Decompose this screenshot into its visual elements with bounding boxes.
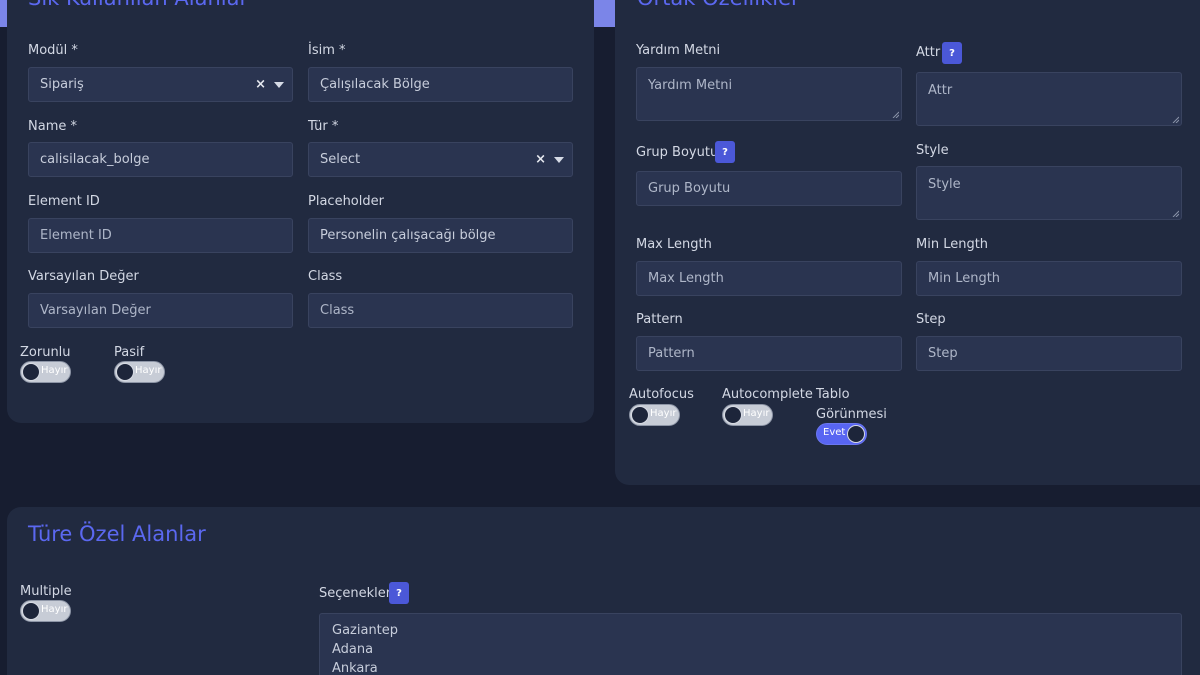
element-id-input[interactable]: Element ID — [28, 218, 293, 253]
tur-value: Select — [320, 152, 361, 167]
help-text-label: Yardım Metni — [636, 43, 721, 58]
autofocus-toggle[interactable]: Hayır — [629, 404, 680, 426]
toggle-state: Hayır — [41, 604, 68, 615]
name-input[interactable]: calisilacak_bolge — [28, 142, 293, 177]
toggle-knob — [724, 406, 742, 424]
element-id-label: Element ID — [28, 194, 100, 209]
options-label: Seçenekler — [319, 586, 392, 601]
type-specific-title: Türe Özel Alanlar — [28, 522, 206, 546]
resize-grip-icon[interactable] — [1172, 210, 1179, 217]
question-icon[interactable]: ? — [715, 141, 735, 163]
class-label: Class — [308, 269, 343, 284]
default-value-label: Varsayılan Değer — [28, 269, 139, 284]
question-icon[interactable]: ? — [942, 42, 962, 64]
step-input[interactable]: Step — [916, 336, 1182, 371]
group-size-input[interactable]: Grup Boyutu — [636, 171, 902, 206]
toggle-knob — [116, 363, 134, 381]
common-fields-panel — [7, 0, 594, 423]
modul-value: Sipariş — [40, 77, 84, 92]
toggle-knob — [22, 363, 40, 381]
modul-select[interactable]: Sipariş × — [28, 67, 293, 102]
option-item: Gaziantep — [332, 623, 399, 638]
resize-grip-icon[interactable] — [892, 111, 899, 118]
panel-accent-bar — [0, 0, 7, 27]
option-item: Adana — [332, 642, 374, 657]
attr-label: Attr — [916, 45, 941, 60]
autofocus-label: Autofocus — [629, 387, 694, 402]
min-length-label: Min Length — [916, 237, 989, 252]
tur-select[interactable]: Select × — [308, 142, 573, 177]
isim-label: İsim * — [308, 43, 346, 58]
default-value-input[interactable]: Varsayılan Değer — [28, 293, 293, 328]
chevron-down-icon[interactable] — [274, 81, 284, 88]
help-text-textarea[interactable]: Yardım Metni — [636, 67, 902, 121]
pattern-input[interactable]: Pattern — [636, 336, 902, 371]
toggle-knob — [847, 425, 865, 443]
table-visible-toggle[interactable]: Evet — [816, 423, 867, 445]
panel-accent-bar — [594, 0, 615, 27]
passive-toggle[interactable]: Hayır — [114, 361, 165, 383]
toggle-state: Hayır — [743, 408, 770, 419]
multiple-label: Multiple — [20, 584, 72, 599]
table-visible-label-line1: Tablo — [816, 387, 850, 402]
isim-input[interactable]: Çalışılacak Bölge — [308, 67, 573, 102]
common-fields-title: Sık Kullanılan Alanlar — [28, 0, 248, 10]
shared-properties-title: Ortak Özellikler — [637, 0, 800, 10]
toggle-state: Hayır — [650, 408, 677, 419]
toggle-state: Hayır — [41, 365, 68, 376]
autocomplete-label: Autocomplete — [722, 387, 813, 402]
tur-label: Tür * — [308, 119, 339, 134]
toggle-state: Evet — [823, 427, 846, 438]
class-input[interactable]: Class — [308, 293, 573, 328]
toggle-knob — [22, 602, 40, 620]
question-icon[interactable]: ? — [389, 582, 409, 604]
clear-icon[interactable]: × — [255, 78, 266, 91]
passive-label: Pasif — [114, 345, 145, 360]
group-size-label: Grup Boyutu — [636, 145, 719, 160]
modul-label: Modül * — [28, 43, 78, 58]
pattern-label: Pattern — [636, 312, 683, 327]
options-textarea[interactable]: Gaziantep Adana Ankara — [319, 613, 1182, 675]
required-toggle[interactable]: Hayır — [20, 361, 71, 383]
max-length-label: Max Length — [636, 237, 712, 252]
multiple-toggle[interactable]: Hayır — [20, 600, 71, 622]
clear-icon[interactable]: × — [535, 153, 546, 166]
required-label: Zorunlu — [20, 345, 71, 360]
style-textarea[interactable]: Style — [916, 166, 1182, 220]
attr-textarea[interactable]: Attr — [916, 72, 1182, 126]
name-label: Name * — [28, 119, 77, 134]
resize-grip-icon[interactable] — [1172, 116, 1179, 123]
placeholder-label: Placeholder — [308, 194, 384, 209]
placeholder-input[interactable]: Personelin çalışacağı bölge — [308, 218, 573, 253]
option-item: Ankara — [332, 661, 378, 675]
toggle-knob — [631, 406, 649, 424]
autocomplete-toggle[interactable]: Hayır — [722, 404, 773, 426]
max-length-input[interactable]: Max Length — [636, 261, 902, 296]
min-length-input[interactable]: Min Length — [916, 261, 1182, 296]
chevron-down-icon[interactable] — [554, 156, 564, 163]
step-label: Step — [916, 312, 946, 327]
table-visible-label-line2: Görünmesi — [816, 407, 887, 422]
toggle-state: Hayır — [135, 365, 162, 376]
style-label: Style — [916, 143, 949, 158]
